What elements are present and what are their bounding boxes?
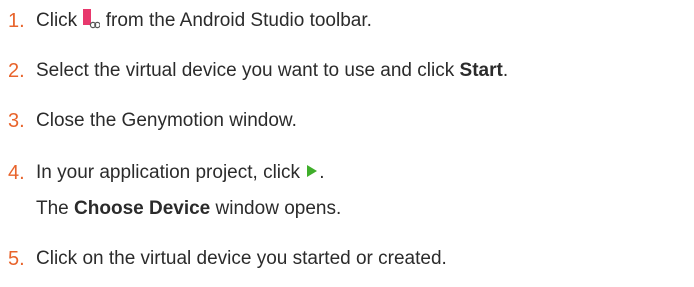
step-number: 4. [8,162,25,184]
step-text-before: In your application project, click [36,162,306,183]
step-text: Select the virtual device you want to us… [36,56,508,86]
note-before: The [36,198,75,219]
step-text: Click on the virtual device you started … [36,248,447,269]
step-4-note: The Choose Device window opens. [36,194,341,224]
step-text-after: from the Android Studio toolbar. [100,10,372,31]
run-play-icon [305,163,319,179]
start-button-label: Start [459,60,503,81]
step-1: 1. Click from the Android Studio toolbar… [0,6,694,36]
step-5: 5. Click on the virtual device you start… [0,244,694,274]
step-number: 5. [8,248,25,270]
step-number: 1. [8,10,25,32]
step-text-before: Click [36,10,83,31]
choose-device-window-label: Choose Device [74,198,211,219]
genymotion-device-manager-icon [82,8,101,30]
step-text-after: . [502,60,509,81]
note-after: window opens. [210,198,342,219]
step-text-after: . [319,162,325,183]
step-text-before: Select the virtual device you want to us… [36,60,460,81]
step-text: In your application project, click . [36,158,325,188]
step-number: 2. [8,60,25,82]
step-2: 2. Select the virtual device you want to… [0,56,694,86]
step-3: 3. Close the Genymotion window. [0,106,694,136]
step-text: Click from the Android Studio toolbar. [36,6,372,36]
step-text: Close the Genymotion window. [36,110,297,131]
step-number: 3. [8,110,25,132]
step-4: 4. In your application project, click . [0,158,694,188]
